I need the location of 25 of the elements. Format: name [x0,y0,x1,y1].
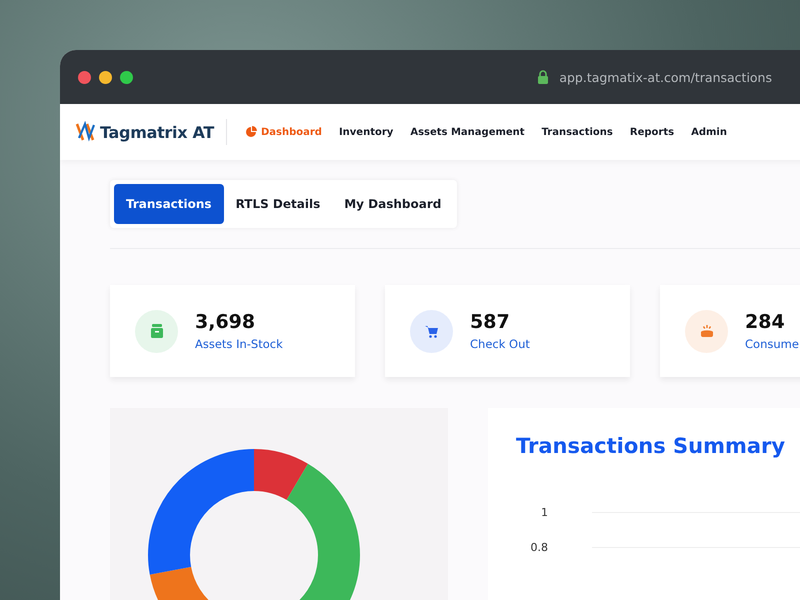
pie-chart-icon [244,126,257,138]
close-button[interactable] [78,70,91,84]
logo-icon [74,121,96,143]
minimize-button[interactable] [99,70,112,84]
nav-link[interactable]: Inventory [338,126,394,138]
stat-label: Consume [745,337,799,351]
tab[interactable]: My Dashboard [332,184,454,224]
y-axis-label: 1 [540,506,548,519]
tab[interactable]: Transactions [114,184,224,224]
nav-link[interactable]: Transactions [542,126,613,138]
brand-name: Tagmatrix AT [100,122,214,142]
tab[interactable]: RTLS Details [224,184,332,224]
nav-link[interactable]: Assets Management [410,126,525,138]
stat-value: 3,698 [195,311,256,333]
stat-label: Check Out [470,337,530,351]
stat-value: 284 [745,311,786,333]
lock-icon [537,70,550,84]
chart-title: Transactions Summary [516,434,786,458]
maximize-button[interactable] [120,70,133,84]
nav-link[interactable]: Reports [630,126,674,138]
nav-link[interactable]: Admin [691,126,727,138]
y-axis-label: 0.8 [530,541,548,554]
stat-label: Assets In-Stock [195,337,283,351]
stat-value: 587 [470,311,511,333]
url-text: app.tagmatix-at.com/transactions [559,70,772,84]
